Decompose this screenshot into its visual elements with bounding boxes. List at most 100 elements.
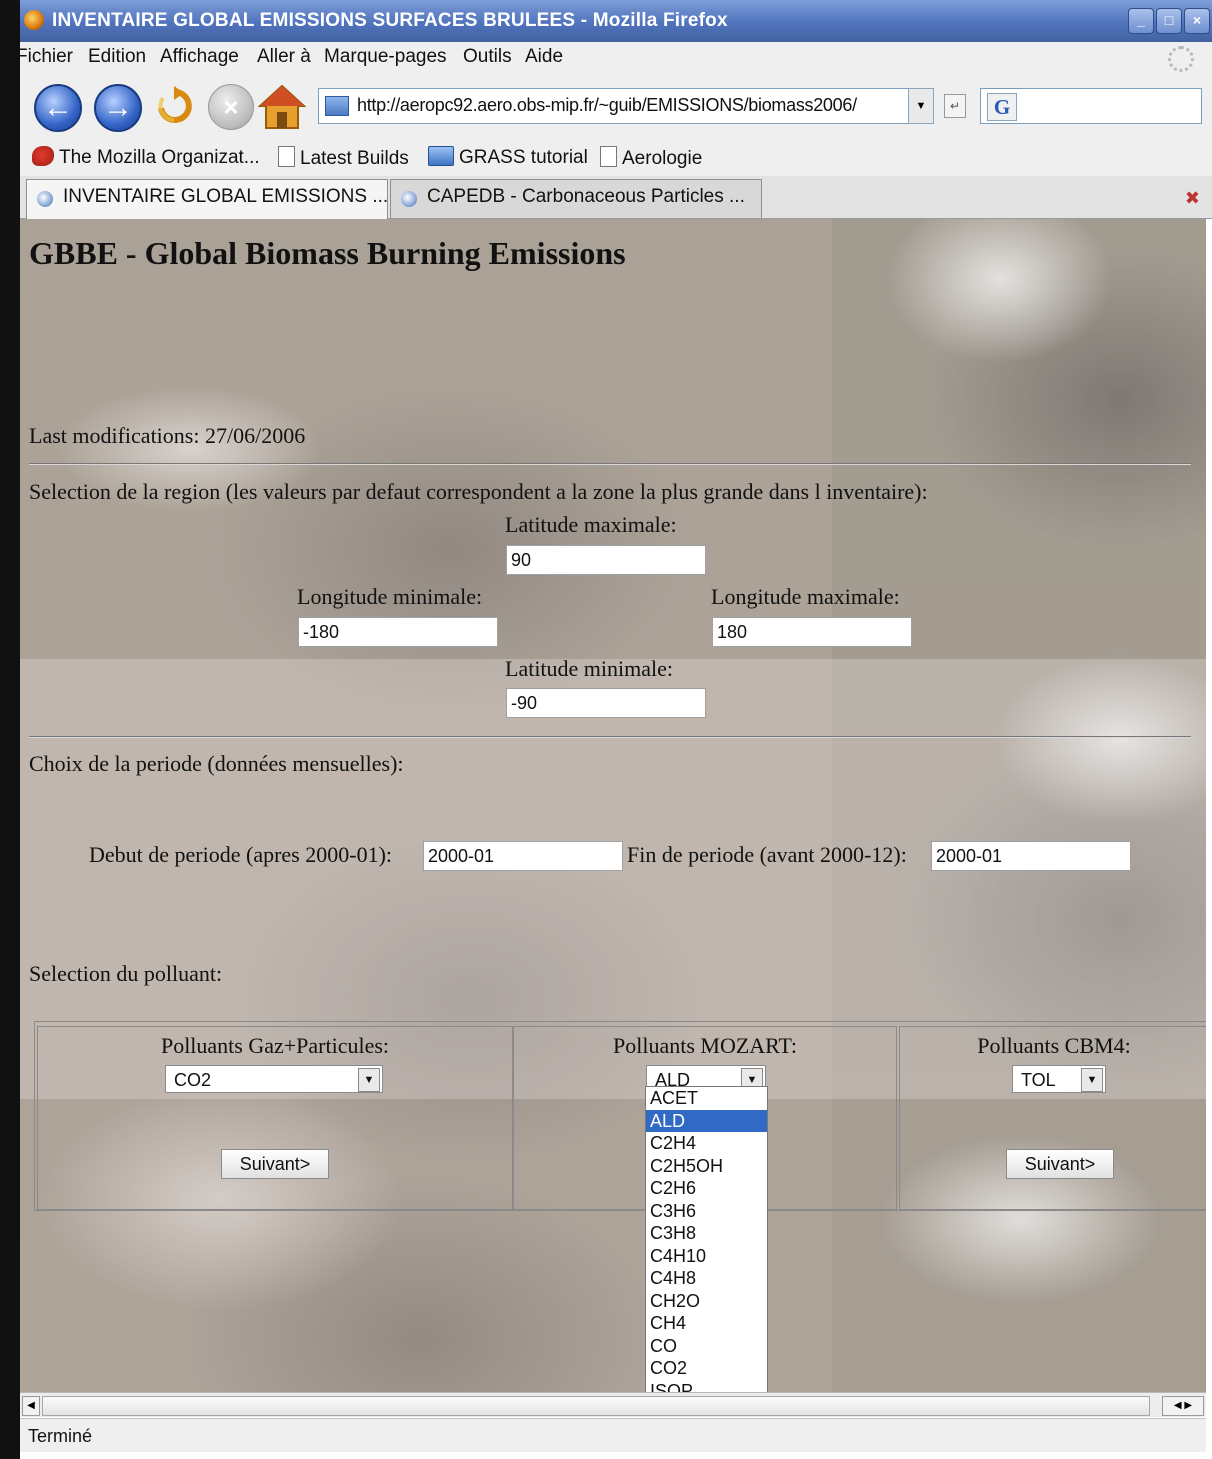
period-heading: Choix de la periode (données mensuelles)… (29, 751, 404, 776)
tab-label: CAPEDB - Carbonaceous Particles ... (427, 186, 745, 207)
browser-window: INVENTAIRE GLOBAL EMISSIONS SURFACES BRU… (0, 0, 1212, 1459)
mozart-option[interactable]: C4H10 (646, 1245, 767, 1268)
mozilla-icon (32, 146, 54, 166)
bookmark-label: Latest Builds (300, 148, 409, 169)
horizontal-scrollbar[interactable]: ◀ ◀ ▶ (20, 1392, 1206, 1417)
mozart-option[interactable]: C2H4 (646, 1132, 767, 1155)
cbm4-label: Polluants CBM4: (977, 1033, 1131, 1058)
bookmark-mozilla[interactable]: The Mozilla Organizat... (32, 146, 260, 169)
menu-outils[interactable]: Outils (463, 46, 512, 68)
scrollbar-thumb[interactable] (42, 1396, 1150, 1416)
suivant-button-cbm4[interactable]: Suivant> (1006, 1149, 1114, 1179)
lat-max-input[interactable] (506, 545, 706, 575)
cbm4-select[interactable]: TOL ▼ (1012, 1065, 1106, 1093)
menu-affichage[interactable]: Affichage (160, 46, 239, 68)
mozart-option[interactable]: C3H8 (646, 1222, 767, 1245)
gaz-particules-label: Polluants Gaz+Particules: (160, 1033, 390, 1058)
bookmarks-toolbar: The Mozilla Organizat... Latest Builds G… (20, 140, 1212, 177)
url-text[interactable]: http://aeropc92.aero.obs-mip.fr/~guib/EM… (357, 95, 857, 116)
gaz-particules-select[interactable]: CO2 ▼ (165, 1065, 383, 1093)
lat-min-input[interactable] (506, 688, 706, 718)
lat-max-label: Latitude maximale: (505, 512, 677, 537)
go-button[interactable]: ↵ (944, 94, 966, 118)
bookmark-label: Aerologie (622, 148, 703, 169)
page-icon (325, 96, 349, 116)
mozart-option[interactable]: CO (646, 1335, 767, 1358)
tab-favicon-icon (401, 191, 417, 207)
stop-icon: × (223, 92, 239, 122)
maximize-button[interactable]: □ (1156, 8, 1182, 34)
scroll-right-arrow-icon[interactable]: ◀ ▶ (1162, 1396, 1204, 1416)
scroll-left-arrow-icon[interactable]: ◀ (22, 1396, 40, 1416)
period-end-input[interactable] (931, 841, 1131, 871)
folder-icon (428, 146, 454, 166)
stop-button[interactable]: × (208, 84, 254, 130)
menu-edition[interactable]: Edition (88, 46, 146, 68)
address-bar[interactable]: http://aeropc92.aero.obs-mip.fr/~guib/EM… (318, 88, 932, 124)
mozart-option[interactable]: ACET (646, 1087, 767, 1110)
page-title: GBBE - Global Biomass Burning Emissions (29, 235, 626, 271)
back-arrow-icon: ← (43, 91, 73, 124)
mozart-option[interactable]: CH2O (646, 1290, 767, 1313)
minimize-button[interactable]: _ (1128, 8, 1154, 34)
mozart-option[interactable]: ALD (646, 1109, 767, 1132)
bookmark-aerologie[interactable]: Aerologie (600, 146, 702, 170)
suivant-button-gaz[interactable]: Suivant> (221, 1149, 329, 1179)
page-icon (600, 146, 617, 167)
forward-arrow-icon: → (103, 91, 133, 124)
divider (29, 463, 1191, 465)
back-button[interactable]: ← (34, 84, 82, 132)
divider (29, 736, 1191, 738)
lon-min-label: Longitude minimale: (297, 584, 483, 609)
mozart-option[interactable]: C2H5OH (646, 1155, 767, 1178)
lon-max-input[interactable] (712, 617, 912, 647)
select-value: TOL (1021, 1070, 1056, 1090)
close-button[interactable]: × (1184, 8, 1210, 34)
lat-min-label: Latitude minimale: (505, 656, 674, 681)
bookmark-latest-builds[interactable]: Latest Builds (278, 146, 409, 170)
mozart-option[interactable]: C3H6 (646, 1200, 767, 1223)
throbber-icon (1168, 46, 1194, 72)
period-start-input[interactable] (423, 841, 623, 871)
pollutant-table: Polluants Gaz+Particules: CO2 ▼ Suivant>… (34, 1021, 1206, 1211)
menu-fichier[interactable]: Fichier (16, 46, 73, 68)
forward-button[interactable]: → (94, 84, 142, 132)
tab-inventaire[interactable]: INVENTAIRE GLOBAL EMISSIONS ... (26, 179, 388, 220)
reload-icon[interactable] (154, 86, 194, 126)
tab-label: INVENTAIRE GLOBAL EMISSIONS ... (63, 186, 389, 207)
chevron-down-icon[interactable]: ▼ (358, 1068, 380, 1092)
bookmark-grass-tutorial[interactable]: GRASS tutorial (428, 146, 588, 169)
desktop-edge (0, 0, 20, 1459)
firefox-icon (24, 10, 44, 30)
close-tab-icon[interactable]: ✖ (1185, 188, 1200, 209)
mozart-option[interactable]: CO2 (646, 1357, 767, 1380)
status-bar: Terminé (20, 1418, 1206, 1453)
mozart-dropdown-list[interactable]: ACET ALD C2H4 C2H5OH C2H6 C3H6 C3H8 C4H10 C4H8 CH… (645, 1086, 768, 1392)
navigation-toolbar: ← → × http://aeropc92.aero.obs-mip.fr/~g… (20, 74, 1212, 141)
bookmark-label: The Mozilla Organizat... (59, 147, 260, 168)
home-icon[interactable] (258, 84, 306, 130)
mozart-option[interactable]: C4H8 (646, 1267, 767, 1290)
lon-max-label: Longitude maximale: (711, 584, 900, 609)
menu-marque-pages[interactable]: Marque-pages (324, 46, 447, 68)
tab-strip: INVENTAIRE GLOBAL EMISSIONS ... CAPEDB -… (20, 176, 1212, 220)
chevron-down-icon[interactable]: ▼ (1081, 1068, 1103, 1092)
mozart-option[interactable]: ISOP (646, 1380, 767, 1393)
window-title: INVENTAIRE GLOBAL EMISSIONS SURFACES BRU… (52, 10, 728, 31)
menu-aller[interactable]: Aller à (257, 46, 311, 68)
mozart-option[interactable]: C2H6 (646, 1177, 767, 1200)
title-bar: INVENTAIRE GLOBAL EMISSIONS SURFACES BRU… (20, 0, 1212, 42)
menu-aide[interactable]: Aide (525, 46, 563, 68)
select-value: CO2 (174, 1070, 212, 1090)
page-content: GBBE - Global Biomass Burning Emissions … (20, 219, 1206, 1392)
search-box[interactable]: G (980, 88, 1202, 124)
lon-min-input[interactable] (298, 617, 498, 647)
url-history-dropdown[interactable]: ▼ (908, 88, 934, 124)
period-start-label: Debut de periode (apres 2000-01): (89, 842, 393, 867)
region-heading: Selection de la region (les valeurs par … (29, 479, 928, 504)
mozart-option[interactable]: CH4 (646, 1312, 767, 1335)
google-icon[interactable]: G (987, 93, 1017, 121)
mozart-label: Polluants MOZART: (613, 1033, 797, 1058)
tab-capedb[interactable]: CAPEDB - Carbonaceous Particles ... (390, 179, 762, 218)
period-end-label: Fin de periode (avant 2000-12): (627, 842, 907, 867)
